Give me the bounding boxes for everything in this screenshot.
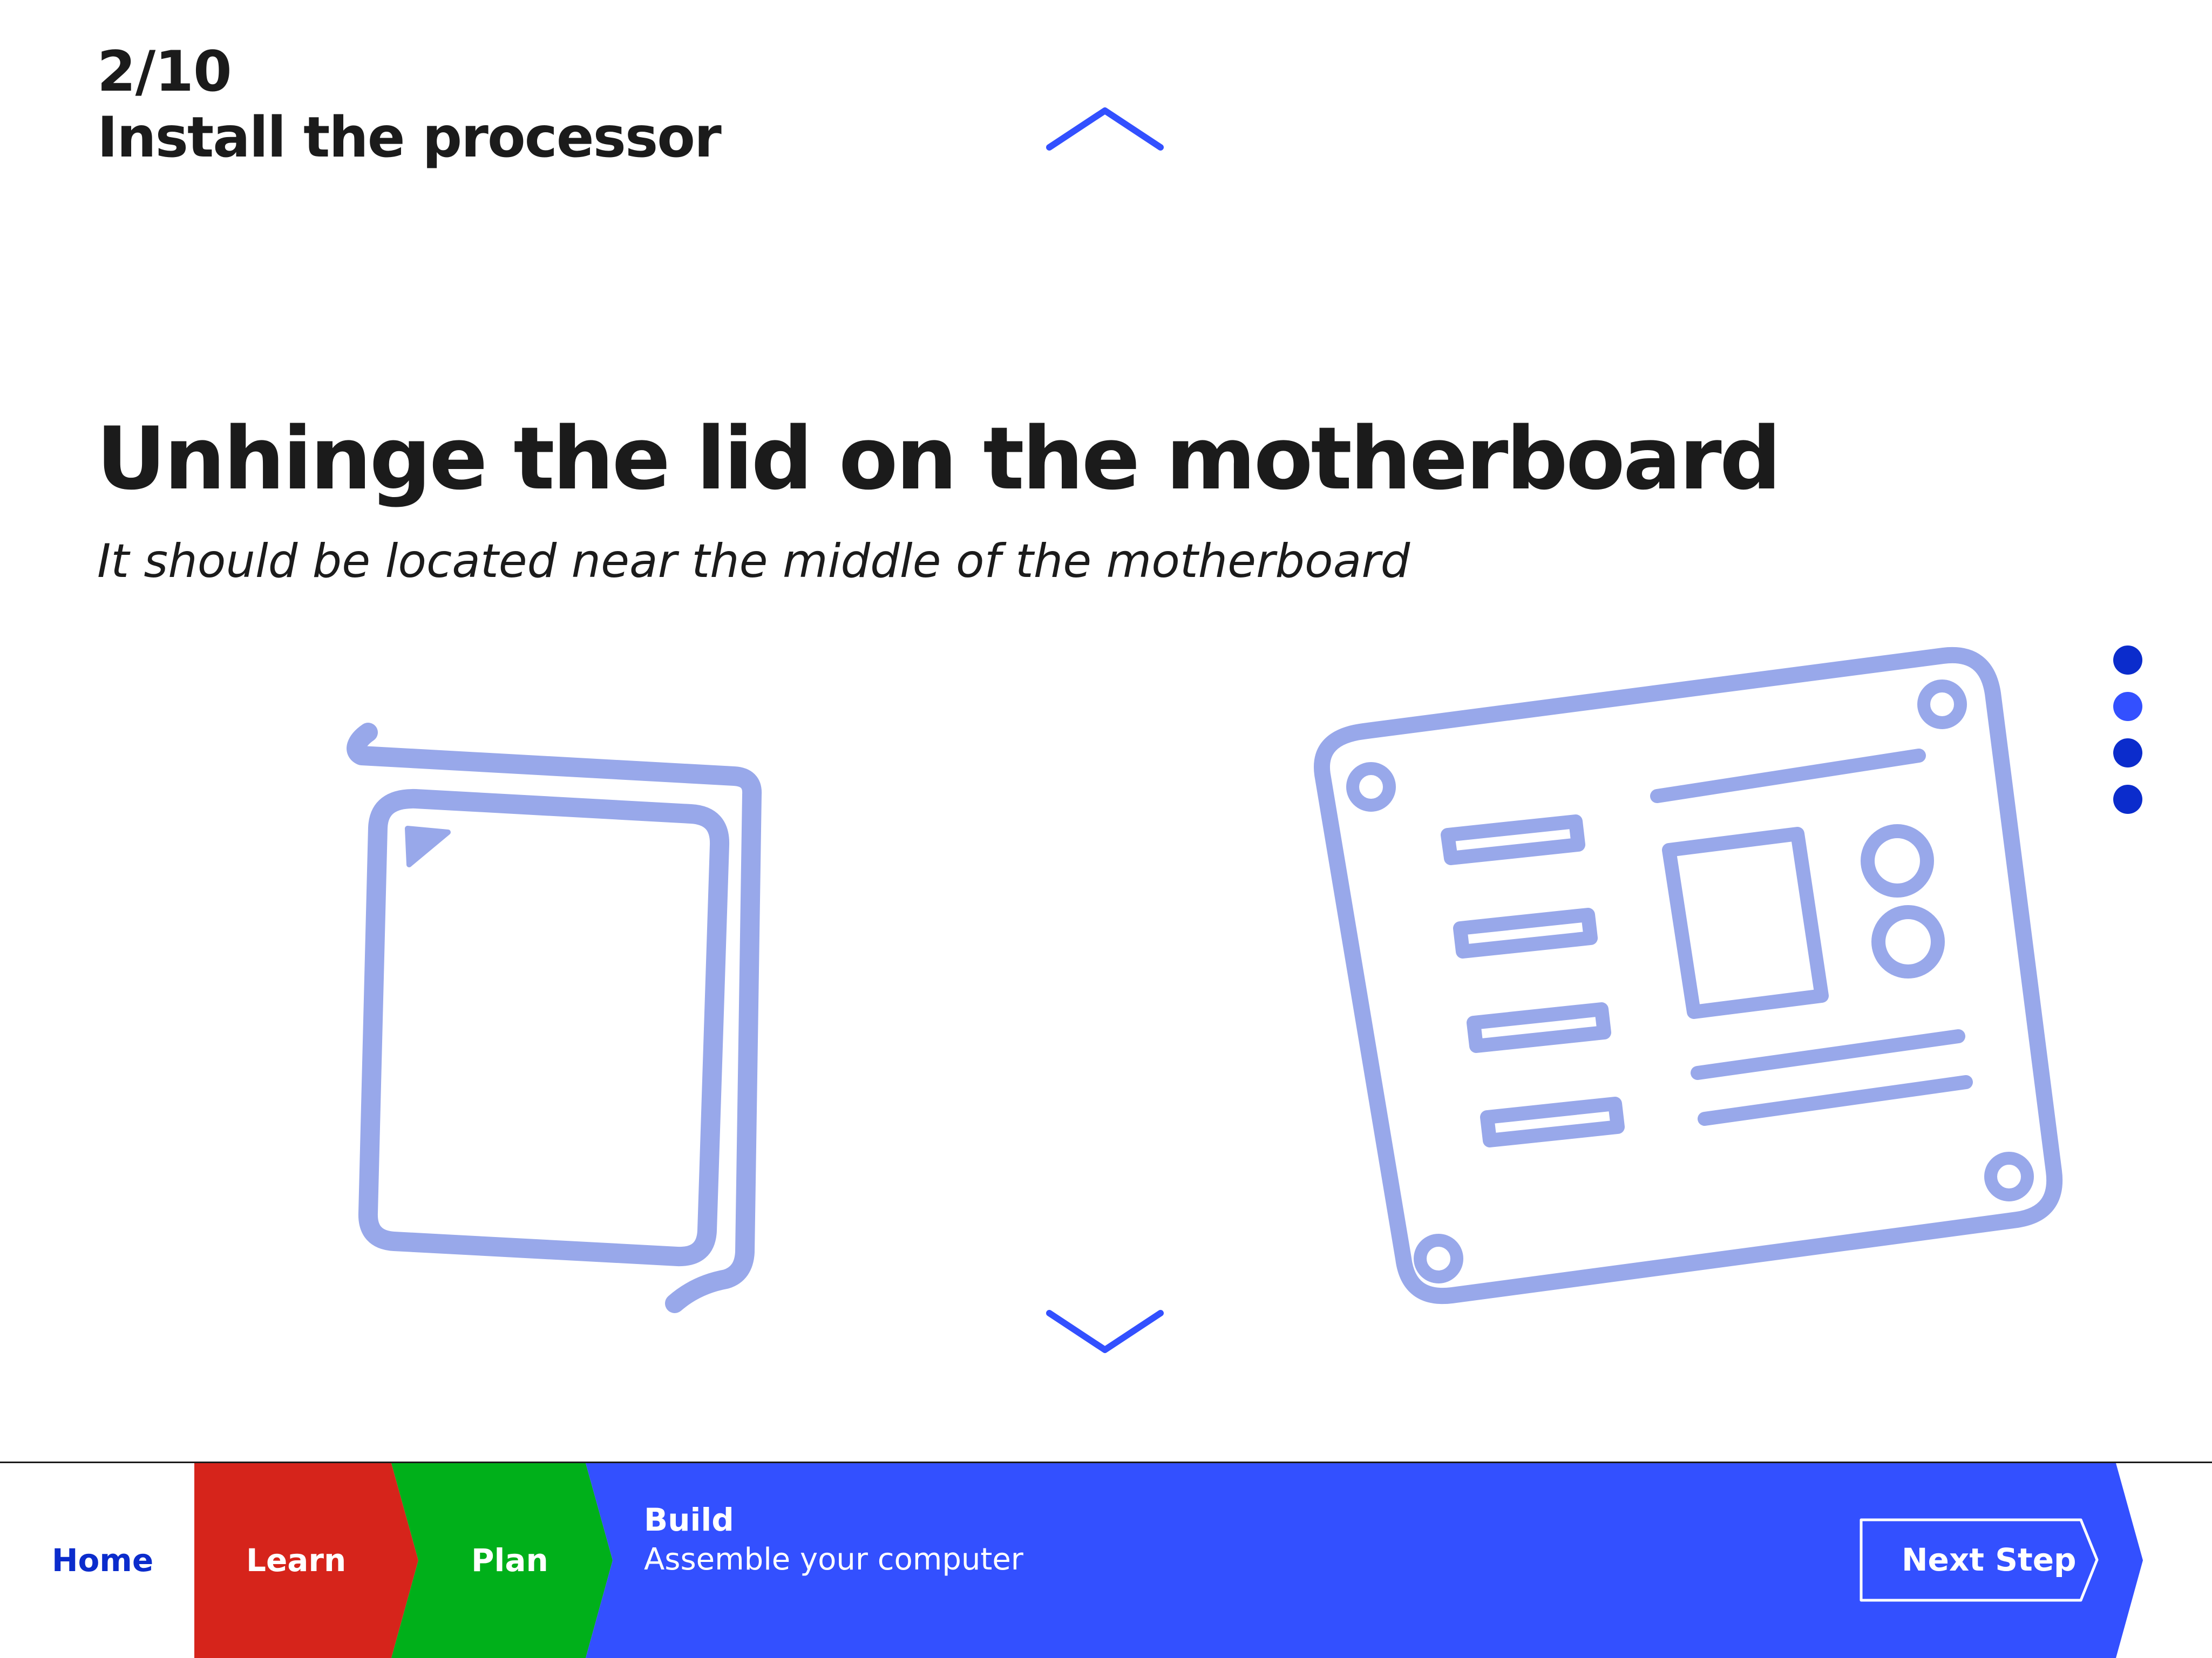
- step-header: 2/10 Install the processor: [97, 39, 1015, 171]
- pager-dot[interactable]: [2113, 645, 2142, 675]
- instruction-subtitle: It should be located near the middle of …: [97, 534, 1410, 588]
- next-step-button[interactable]: Next Step: [1860, 1518, 2100, 1602]
- instruction-title: Unhinge the lid on the motherboard: [96, 408, 1781, 509]
- step-counter: 2/10: [97, 39, 232, 104]
- nav-plan-link[interactable]: Plan: [471, 1541, 548, 1579]
- pager-dot[interactable]: [2113, 738, 2142, 767]
- motherboard-icon: [1306, 642, 2073, 1322]
- nav-home-link[interactable]: Home: [52, 1541, 153, 1579]
- step-title: Install the processor: [97, 105, 722, 170]
- pager-dot[interactable]: [2113, 692, 2142, 721]
- cpu-chip-icon: [324, 712, 777, 1317]
- nav-build-title: Build: [644, 1501, 734, 1538]
- next-step-label: Next Step: [1902, 1541, 2077, 1578]
- chevron-up-icon[interactable]: [1043, 101, 1167, 155]
- nav-build-section[interactable]: Build Assemble your computer: [644, 1500, 1023, 1580]
- pager-dot[interactable]: [2113, 785, 2142, 814]
- bottom-nav: Home Learn Plan Build Assemble your comp…: [0, 1463, 2212, 1658]
- nav-build-subtitle: Assemble your computer: [644, 1542, 1023, 1577]
- nav-learn-link[interactable]: Learn: [246, 1541, 346, 1579]
- step-pager: [2113, 645, 2146, 831]
- chevron-down-icon[interactable]: [1043, 1305, 1167, 1359]
